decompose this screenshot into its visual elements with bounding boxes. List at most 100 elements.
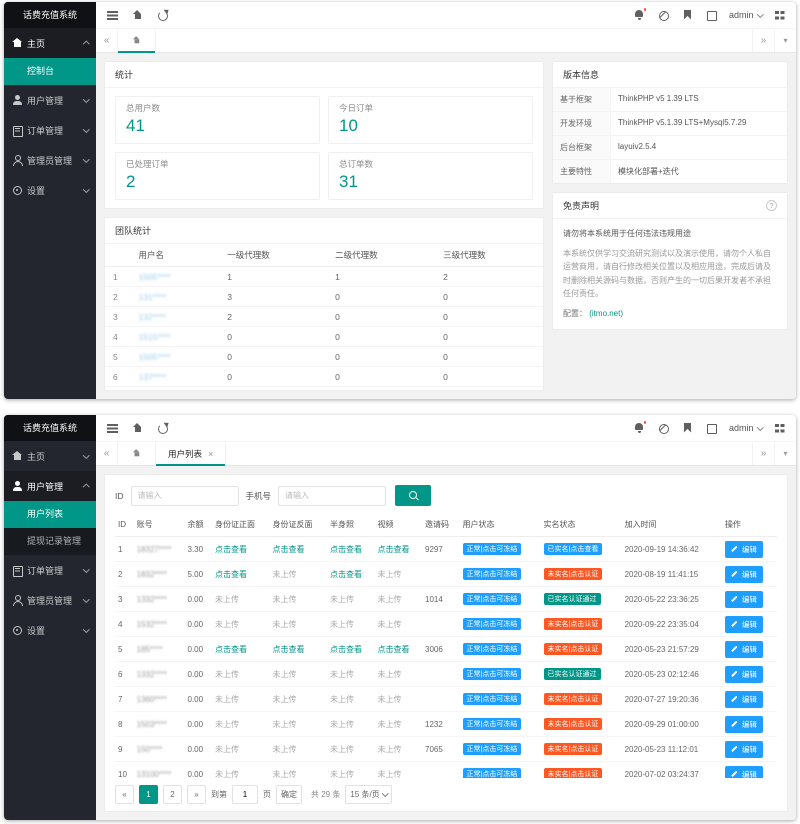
admin-dropdown[interactable]: admin bbox=[729, 10, 762, 20]
tab-1[interactable] bbox=[118, 442, 156, 465]
view-file-link[interactable]: 点击查看 bbox=[215, 570, 247, 579]
view-file-link[interactable]: 点击查看 bbox=[330, 645, 362, 654]
status-badge[interactable]: 正常|点击可冻结 bbox=[463, 568, 522, 580]
tab-1[interactable] bbox=[118, 29, 156, 52]
view-file-link[interactable]: 点击查看 bbox=[378, 645, 410, 654]
jump-confirm-button[interactable]: 确定 bbox=[276, 785, 302, 804]
edit-button[interactable]: 编辑 bbox=[725, 691, 763, 708]
realname-badge[interactable]: 未实名|点击认证 bbox=[544, 693, 603, 705]
page-button-2[interactable]: 2 bbox=[163, 785, 182, 804]
status-badge[interactable]: 正常|点击可冻结 bbox=[463, 693, 522, 705]
view-file-link[interactable]: 点击查看 bbox=[273, 545, 305, 554]
notifications-icon[interactable] bbox=[633, 422, 646, 435]
status-badge[interactable]: 正常|点击可冻结 bbox=[463, 593, 522, 605]
status-badge[interactable]: 正常|点击可冻结 bbox=[463, 543, 522, 555]
edit-button[interactable]: 编辑 bbox=[725, 566, 763, 583]
realname-badge[interactable]: 已实名认证通过 bbox=[544, 668, 601, 680]
clear-cache-icon[interactable] bbox=[657, 9, 670, 22]
theme-icon[interactable] bbox=[681, 422, 694, 435]
masked-username[interactable]: 132**** bbox=[138, 312, 165, 322]
sidebar-subitem-2[interactable]: 提现记录管理 bbox=[4, 528, 96, 555]
admin-dropdown[interactable]: admin bbox=[729, 423, 762, 433]
masked-username[interactable]: 1515**** bbox=[138, 332, 170, 342]
sidebar-item-1[interactable]: 主页 bbox=[4, 441, 96, 471]
status-badge[interactable]: 正常|点击可冻结 bbox=[463, 618, 522, 630]
refresh-icon[interactable] bbox=[156, 422, 169, 435]
view-file-link[interactable]: 点击查看 bbox=[330, 570, 362, 579]
tabs-scroll-right-icon[interactable] bbox=[752, 442, 774, 465]
per-page-select[interactable]: 15 条/页 bbox=[345, 785, 392, 804]
realname-badge[interactable]: 已实名认证通过 bbox=[544, 593, 601, 605]
close-icon[interactable] bbox=[208, 449, 213, 459]
realname-badge[interactable]: 未实名|点击认证 bbox=[544, 743, 603, 755]
edit-button[interactable]: 编辑 bbox=[725, 766, 763, 779]
tabs-scroll-left-icon[interactable] bbox=[96, 29, 118, 52]
refresh-icon[interactable] bbox=[156, 9, 169, 22]
edit-button[interactable]: 编辑 bbox=[725, 716, 763, 733]
menu-toggle-icon[interactable] bbox=[106, 422, 119, 435]
page-button-1[interactable]: 1 bbox=[139, 785, 158, 804]
status-badge[interactable]: 正常|点击可冻结 bbox=[463, 718, 522, 730]
masked-username[interactable]: 1505**** bbox=[138, 272, 170, 282]
edit-button[interactable]: 编辑 bbox=[725, 641, 763, 658]
sidebar-item-5[interactable]: 设置 bbox=[4, 615, 96, 645]
view-file-link[interactable]: 点击查看 bbox=[215, 645, 247, 654]
theme-icon[interactable] bbox=[681, 9, 694, 22]
fullscreen-icon[interactable] bbox=[705, 9, 718, 22]
no-file-label: 未上传 bbox=[215, 670, 239, 679]
view-file-link[interactable]: 点击查看 bbox=[330, 545, 362, 554]
sidebar-item-3[interactable]: 订单管理 bbox=[4, 115, 96, 145]
sidebar-subitem-1[interactable]: 用户列表 bbox=[4, 501, 96, 528]
sidebar-item-4[interactable]: 管理员管理 bbox=[4, 585, 96, 615]
status-badge[interactable]: 正常|点击可冻结 bbox=[463, 768, 522, 778]
menu-toggle-icon[interactable] bbox=[106, 9, 119, 22]
search-button[interactable] bbox=[395, 485, 431, 506]
status-badge[interactable]: 正常|点击可冻结 bbox=[463, 643, 522, 655]
realname-badge[interactable]: 未实名|点击认证 bbox=[544, 768, 603, 778]
status-badge[interactable]: 正常|点击可冻结 bbox=[463, 668, 522, 680]
realname-badge[interactable]: 未实名|点击认证 bbox=[544, 618, 603, 630]
tabs-menu-icon[interactable] bbox=[774, 442, 796, 465]
masked-username[interactable]: 137**** bbox=[138, 372, 165, 382]
sidebar-item-2[interactable]: 用户管理 bbox=[4, 85, 96, 115]
page-next-button[interactable]: » bbox=[187, 785, 206, 804]
tabs-menu-icon[interactable] bbox=[774, 29, 796, 52]
fullscreen-icon[interactable] bbox=[705, 422, 718, 435]
disclaimer-link[interactable]: (itmo.net) bbox=[589, 309, 623, 318]
edit-button[interactable]: 编辑 bbox=[725, 741, 763, 758]
status-badge[interactable]: 正常|点击可冻结 bbox=[463, 743, 522, 755]
notifications-icon[interactable] bbox=[633, 9, 646, 22]
layout-icon[interactable] bbox=[773, 9, 786, 22]
id-input[interactable] bbox=[131, 486, 239, 506]
realname-badge[interactable]: 未实名|点击认证 bbox=[544, 718, 603, 730]
page-prev-button[interactable]: « bbox=[115, 785, 134, 804]
sidebar-item-1[interactable]: 主页 bbox=[4, 28, 96, 58]
phone-input[interactable] bbox=[278, 486, 386, 506]
help-icon[interactable] bbox=[766, 200, 777, 211]
sidebar-item-2[interactable]: 用户管理 bbox=[4, 471, 96, 501]
tabs-scroll-left-icon[interactable] bbox=[96, 442, 118, 465]
edit-button[interactable]: 编辑 bbox=[725, 616, 763, 633]
home-icon[interactable] bbox=[131, 9, 144, 22]
sidebar-item-5[interactable]: 设置 bbox=[4, 175, 96, 205]
realname-badge[interactable]: 未实名|点击认证 bbox=[544, 643, 603, 655]
jump-input[interactable] bbox=[232, 785, 258, 804]
realname-badge[interactable]: 未实名|点击认证 bbox=[544, 568, 603, 580]
sidebar-item-4[interactable]: 管理员管理 bbox=[4, 145, 96, 175]
edit-button[interactable]: 编辑 bbox=[725, 541, 763, 558]
tab-2[interactable]: 用户列表 bbox=[156, 442, 226, 465]
clear-cache-icon[interactable] bbox=[657, 422, 670, 435]
edit-button[interactable]: 编辑 bbox=[725, 591, 763, 608]
realname-badge[interactable]: 已实名|点击查看 bbox=[544, 543, 603, 555]
masked-username[interactable]: 131**** bbox=[138, 292, 165, 302]
view-file-link[interactable]: 点击查看 bbox=[273, 645, 305, 654]
sidebar-item-3[interactable]: 订单管理 bbox=[4, 555, 96, 585]
sidebar-subitem-1[interactable]: 控制台 bbox=[4, 58, 96, 85]
view-file-link[interactable]: 点击查看 bbox=[378, 545, 410, 554]
edit-button[interactable]: 编辑 bbox=[725, 666, 763, 683]
home-icon[interactable] bbox=[131, 422, 144, 435]
tabs-scroll-right-icon[interactable] bbox=[752, 29, 774, 52]
masked-username[interactable]: 1505**** bbox=[138, 352, 170, 362]
layout-icon[interactable] bbox=[773, 422, 786, 435]
view-file-link[interactable]: 点击查看 bbox=[215, 545, 247, 554]
